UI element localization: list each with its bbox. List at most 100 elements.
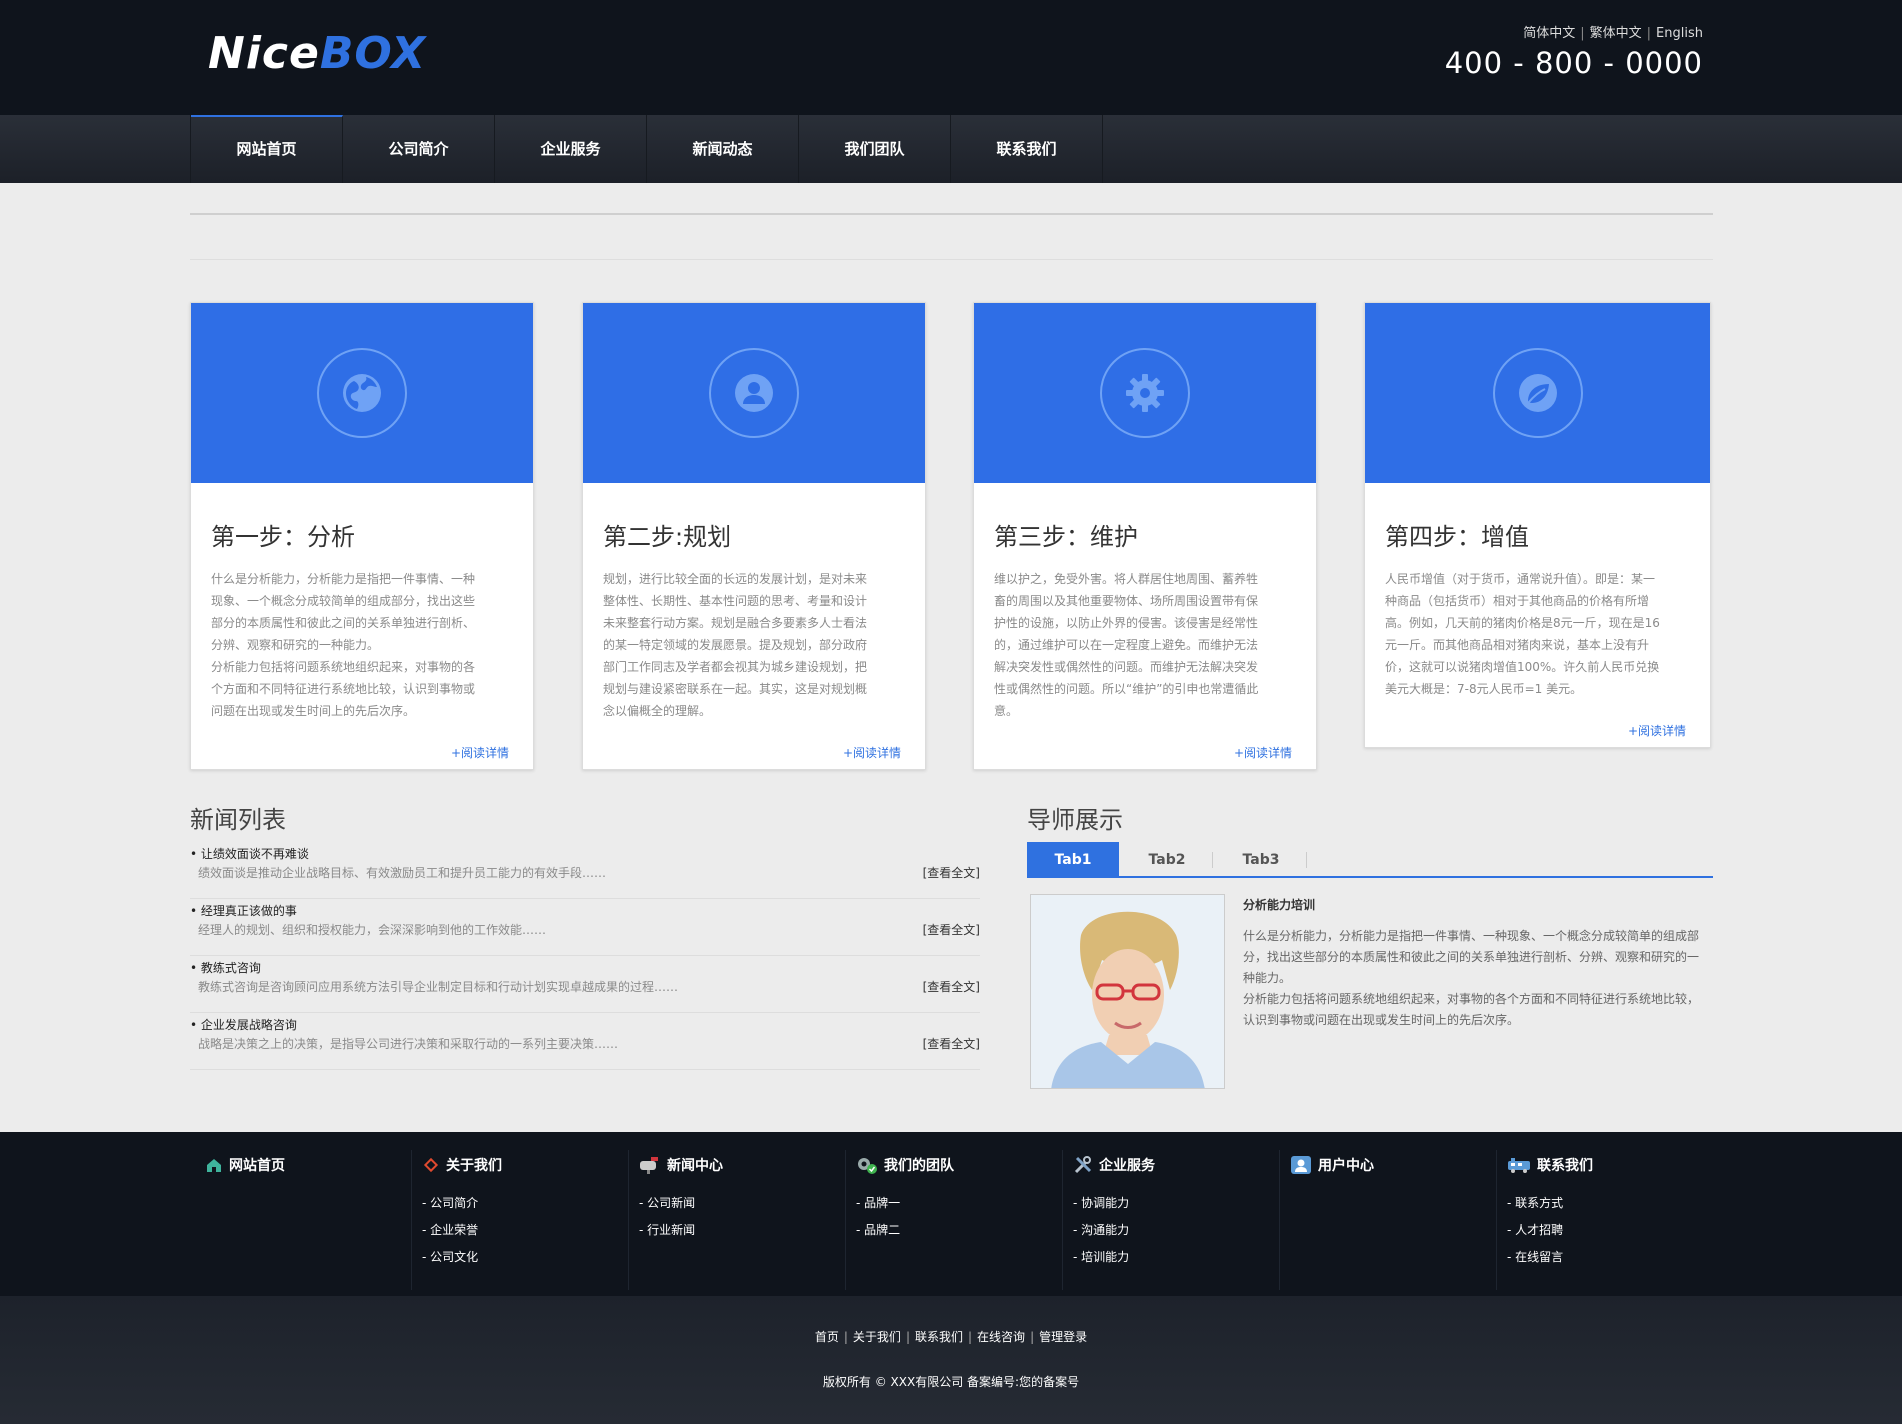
news-item[interactable]: • 企业发展战略咨询 战略是决策之上的决策，是指导公司进行决策和采取行动的一系列… <box>190 1013 980 1070</box>
read-more-link[interactable]: +阅读详情 <box>998 744 1292 761</box>
news-summary: 战略是决策之上的决策，是指导公司进行决策和采取行动的一系列主要决策…… <box>198 1037 619 1051</box>
news-item[interactable]: • 教练式咨询 教练式咨询是咨询顾问应用系统方法引导企业制定目标和行动计划实现卓… <box>190 956 980 1013</box>
read-more-link[interactable]: +阅读详情 <box>215 744 509 761</box>
lang-simplified[interactable]: 简体中文 <box>1523 26 1575 41</box>
divider <box>190 213 1713 215</box>
view-full-link[interactable]: [查看全文] <box>923 978 980 995</box>
bottom-link-consult[interactable]: 在线咨询 <box>977 1330 1025 1344</box>
footer-link[interactable]: - 联系方式 <box>1507 1190 1714 1217</box>
logo-text-box: BOX <box>319 28 427 79</box>
footer-link[interactable]: - 公司文化 <box>422 1244 628 1271</box>
card-title: 第三步：维护 <box>994 523 1138 551</box>
footer-heading-label: 企业服务 <box>1099 1158 1155 1174</box>
main-nav: 网站首页 公司简介 企业服务 新闻动态 我们团队 联系我们 <box>0 115 1902 183</box>
news-title[interactable]: • 让绩效面谈不再难谈 <box>190 844 980 864</box>
bottom-link-about[interactable]: 关于我们 <box>853 1330 901 1344</box>
bottom-link-home[interactable]: 首页 <box>815 1330 839 1344</box>
card-text: 人民币增值（对于货币，通常说升值）。即是：某一 种商品（包括货币）相对于其他商品… <box>1385 572 1660 696</box>
bottom-bar: 首页 | 关于我们 | 联系我们 | 在线咨询 | 管理登录 版权所有 © XXX有限公司 备案… <box>0 1296 1902 1424</box>
bottom-link-contact[interactable]: 联系我们 <box>915 1330 963 1344</box>
user-icon <box>709 348 799 438</box>
footer-col-user: 用户中心 <box>1280 1150 1497 1290</box>
footer-link[interactable]: - 公司简介 <box>422 1190 628 1217</box>
nav-contact[interactable]: 联系我们 <box>951 115 1103 183</box>
logo-text-nice: Nice <box>208 28 320 79</box>
footer-heading-label: 我们的团队 <box>884 1158 954 1174</box>
leaf-icon <box>1492 348 1583 438</box>
nav-home[interactable]: 网站首页 <box>191 115 343 183</box>
news-item[interactable]: • 经理真正该做的事 经理人的规划、组织和授权能力，会深深影响到他的工作效能……… <box>190 899 980 956</box>
bottom-link-admin[interactable]: 管理登录 <box>1039 1330 1087 1344</box>
tutor-text: 什么是分析能力，分析能力是指把一件事情、一种现象、一个概念分成较简单的组成部 分… <box>1243 929 1700 1027</box>
news-item[interactable]: • 让绩效面谈不再难谈 绩效面谈是推动企业战略目标、有效激励员工和提升员工能力的… <box>190 842 980 899</box>
footer-link[interactable]: - 公司新闻 <box>639 1190 845 1217</box>
nav-about[interactable]: 公司简介 <box>343 115 495 183</box>
nav-services[interactable]: 企业服务 <box>495 115 647 183</box>
footer-link[interactable]: - 协调能力 <box>1073 1190 1279 1217</box>
lang-english[interactable]: English <box>1656 26 1703 41</box>
tutor-heading: 分析能力培训 <box>1243 898 1316 912</box>
footer-home-heading[interactable]: 网站首页 <box>195 1150 411 1180</box>
tab-2[interactable]: Tab2 <box>1121 842 1213 878</box>
footer-heading-label: 网站首页 <box>229 1158 285 1174</box>
news-title[interactable]: • 经理真正该做的事 <box>190 901 980 921</box>
news-summary: 绩效面谈是推动企业战略目标、有效激励员工和提升员工能力的有效手段…… <box>198 866 607 880</box>
gears-icon <box>858 1158 877 1174</box>
tab-1[interactable]: Tab1 <box>1027 842 1119 878</box>
footer-link[interactable]: - 在线留言 <box>1507 1244 1714 1271</box>
footer-heading-label: 用户中心 <box>1318 1158 1374 1174</box>
train-icon <box>1508 1158 1530 1173</box>
footer-link[interactable]: - 行业新闻 <box>639 1217 845 1244</box>
footer-user-heading[interactable]: 用户中心 <box>1280 1150 1496 1180</box>
home-icon <box>207 1159 221 1172</box>
language-switcher: 简体中文 | 繁体中文 | English <box>1523 26 1703 41</box>
tab-3[interactable]: Tab3 <box>1215 842 1307 878</box>
footer-services-heading[interactable]: 企业服务 <box>1063 1150 1279 1180</box>
footer-link[interactable]: - 品牌二 <box>856 1217 1062 1244</box>
card-title: 第一步：分析 <box>211 523 355 551</box>
footer-team-heading[interactable]: 我们的团队 <box>846 1150 1062 1180</box>
user-card-icon <box>1291 1156 1311 1174</box>
divider <box>190 259 1713 260</box>
step-card-1: 第一步：分析 什么是分析能力，分析能力是指把一件事情、一种 现象、一个概念分成较… <box>190 302 534 770</box>
footer-col-contact: 联系我们 - 联系方式 - 人才招聘 - 在线留言 <box>1497 1150 1714 1290</box>
footer-col-home: 网站首页 <box>195 1150 412 1290</box>
nav-team[interactable]: 我们团队 <box>799 115 951 183</box>
news-section-title: 新闻列表 <box>190 806 286 834</box>
nav-news[interactable]: 新闻动态 <box>647 115 799 183</box>
read-more-link[interactable]: +阅读详情 <box>607 744 901 761</box>
logo[interactable]: NiceBOX <box>208 28 426 79</box>
bottom-links: 首页 | 关于我们 | 联系我们 | 在线咨询 | 管理登录 <box>814 1330 1088 1344</box>
news-summary: 经理人的规划、组织和授权能力，会深深影响到他的工作效能…… <box>198 923 547 937</box>
phone-number: 400 - 800 - 0000 <box>1444 46 1703 80</box>
news-list: • 让绩效面谈不再难谈 绩效面谈是推动企业战略目标、有效激励员工和提升员工能力的… <box>190 842 980 1070</box>
globe-icon <box>317 348 407 438</box>
footer-news-heading[interactable]: 新闻中心 <box>629 1150 845 1180</box>
lang-traditional[interactable]: 繁体中文 <box>1590 26 1642 41</box>
gear-icon <box>1100 348 1190 438</box>
view-full-link[interactable]: [查看全文] <box>923 864 980 881</box>
tools-icon <box>1074 1156 1092 1174</box>
footer-link[interactable]: - 品牌一 <box>856 1190 1062 1217</box>
footer-link[interactable]: - 人才招聘 <box>1507 1217 1714 1244</box>
footer-link[interactable]: - 培训能力 <box>1073 1244 1279 1271</box>
footer-col-team: 我们的团队 - 品牌一 - 品牌二 <box>846 1150 1063 1290</box>
step-card-2: 第二步:规划 规划，进行比较全面的长远的发展计划，是对未来 整体性、长期性、基本… <box>582 302 926 770</box>
footer-about-heading[interactable]: 关于我们 <box>412 1150 628 1180</box>
read-more-link[interactable]: +阅读详情 <box>1389 722 1686 739</box>
footer-link[interactable]: - 沟通能力 <box>1073 1217 1279 1244</box>
footer-heading-label: 联系我们 <box>1537 1158 1593 1174</box>
footer-link[interactable]: - 企业荣誉 <box>422 1217 628 1244</box>
view-full-link[interactable]: [查看全文] <box>923 1035 980 1052</box>
card-title: 第四步：增值 <box>1385 523 1529 551</box>
tab-3-label: Tab3 <box>1242 852 1280 868</box>
tutor-section-title: 导师展示 <box>1027 806 1123 834</box>
view-full-link[interactable]: [查看全文] <box>923 921 980 938</box>
news-title[interactable]: • 企业发展战略咨询 <box>190 1015 980 1035</box>
card-text: 什么是分析能力，分析能力是指把一件事情、一种 现象、一个概念分成较简单的组成部分… <box>211 572 476 718</box>
news-title[interactable]: • 教练式咨询 <box>190 958 980 978</box>
footer-heading-label: 新闻中心 <box>667 1158 723 1174</box>
footer-contact-heading[interactable]: 联系我们 <box>1497 1150 1714 1180</box>
card-text: 维以护之，免受外害。将人群居住地周围、蓄养牲 畜的周围以及其他重要物体、场所周围… <box>994 572 1259 718</box>
diamond-icon <box>423 1157 439 1173</box>
